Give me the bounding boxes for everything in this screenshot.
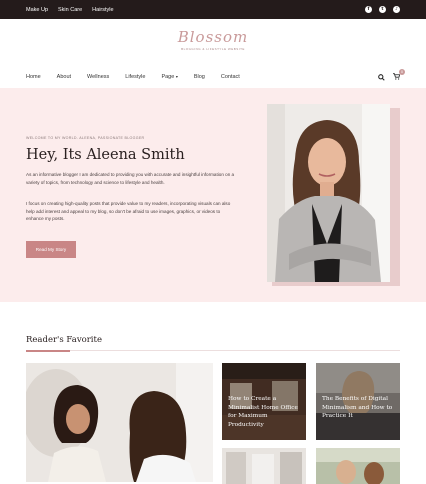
search-icon[interactable]	[378, 73, 385, 81]
post-title-home-office[interactable]: How to Create a Minimalist Home Office f…	[228, 395, 302, 429]
author-portrait-image	[267, 104, 390, 282]
nav-wellness[interactable]: Wellness	[87, 74, 109, 80]
featured-post-image	[26, 363, 213, 482]
post-card-family[interactable]	[316, 448, 400, 484]
site-logo[interactable]: Blossom BLOGGING & LIFESTYLE WEBSITE	[170, 28, 256, 60]
nav-blog[interactable]: Blog	[194, 74, 205, 80]
cart-button[interactable]: 0	[393, 68, 405, 82]
author-photo	[267, 104, 390, 282]
top-link-skincare[interactable]: Skin Care	[58, 7, 82, 13]
post-title-digital-minimalism[interactable]: The Benefits of Digital Minimalism and H…	[322, 395, 396, 421]
tiktok-icon[interactable]: ♪	[393, 6, 400, 13]
cart-count-badge: 0	[399, 68, 405, 75]
twitter-icon[interactable]: t	[379, 6, 386, 13]
read-my-story-button[interactable]: Read My Story	[26, 241, 76, 258]
featured-post-card[interactable]	[26, 363, 213, 482]
nav-about[interactable]: About	[57, 74, 71, 80]
main-nav: Home About Wellness Lifestyle Page ▾ Blo…	[0, 68, 426, 86]
nav-home[interactable]: Home	[26, 74, 41, 80]
chevron-down-icon: ▾	[175, 74, 178, 79]
post-card-home-office[interactable]: How to Create a Minimalist Home Office f…	[222, 363, 306, 440]
hero-title: Hey, Its Aleena Smith	[26, 147, 185, 163]
hero-paragraph-2: I focus on creating high-quality posts t…	[26, 201, 231, 221]
nav-lifestyle[interactable]: Lifestyle	[125, 74, 145, 80]
kitchen-image	[222, 448, 306, 484]
post-card-digital-minimalism[interactable]: The Benefits of Digital Minimalism and H…	[316, 363, 400, 440]
nav-contact[interactable]: Contact	[221, 74, 240, 80]
social-links: f t ♪	[365, 6, 400, 13]
readers-favorite-heading: Reader's Favorite	[26, 335, 102, 345]
section-divider	[26, 349, 400, 352]
top-link-hairstyle[interactable]: Hairstyle	[92, 7, 113, 13]
hero-paragraph-1: As an informative blogger I am dedicated…	[26, 172, 235, 185]
top-link-makeup[interactable]: Make Up	[26, 7, 48, 13]
facebook-icon[interactable]: f	[365, 6, 372, 13]
logo-script: Blossom	[177, 28, 249, 46]
nav-page-label: Page	[161, 74, 175, 80]
hero-breadcrumb: WELCOME TO MY WORLD. ALEENA, PASSIONATE …	[26, 136, 145, 140]
top-bar: Make Up Skin Care Hairstyle f t ♪	[0, 0, 426, 19]
logo-tagline: BLOGGING & LIFESTYLE WEBSITE	[181, 47, 245, 51]
nav-page[interactable]: Page ▾	[161, 74, 177, 80]
top-links: Make Up Skin Care Hairstyle	[26, 7, 114, 13]
post-card-kitchen[interactable]	[222, 448, 306, 484]
family-image	[316, 448, 400, 484]
